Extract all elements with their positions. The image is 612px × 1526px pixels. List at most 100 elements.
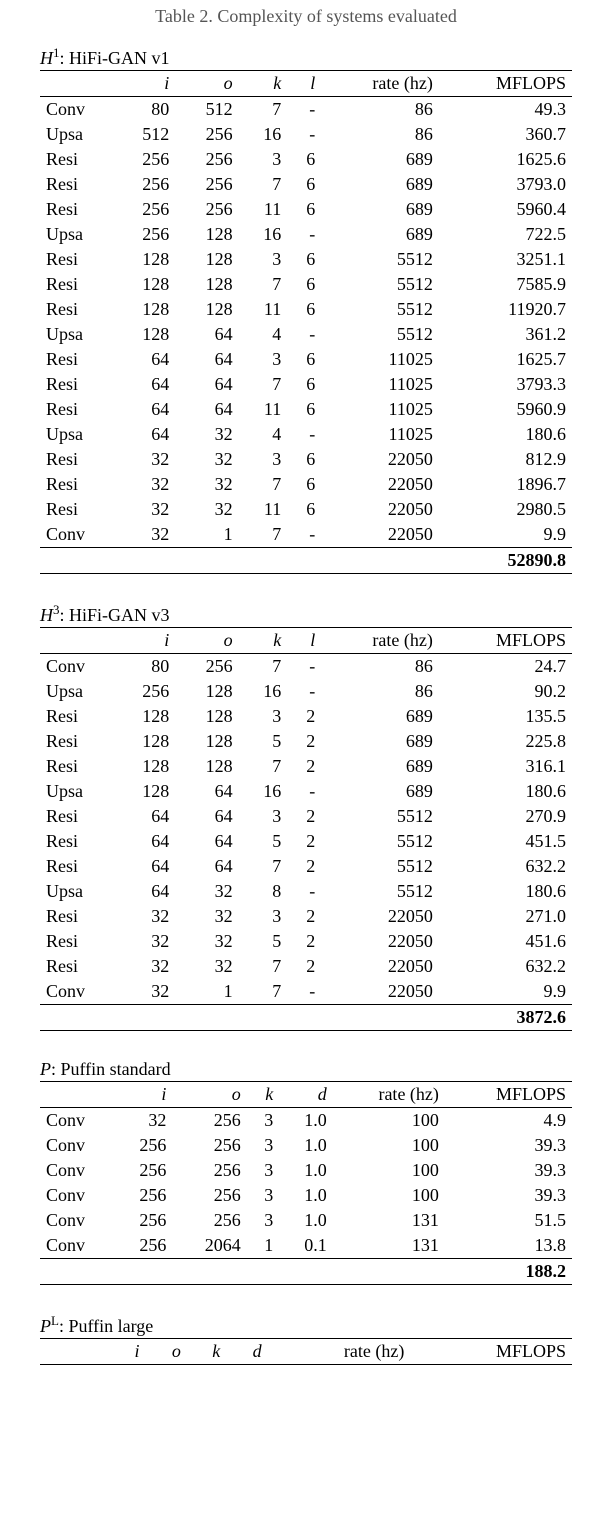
table-cell: - (287, 779, 321, 804)
table-cell: 6 (287, 472, 321, 497)
table-cell: 689 (321, 222, 439, 247)
table-cell: 689 (321, 147, 439, 172)
table-cell: 64 (175, 854, 238, 879)
table-cell (112, 1259, 172, 1285)
table-cell: Upsa (40, 679, 112, 704)
table-cell: 5960.4 (439, 197, 572, 222)
table-cell: 90.2 (439, 679, 572, 704)
table-cell: 7 (239, 372, 288, 397)
table-cell: - (287, 879, 321, 904)
table-cell: 5 (239, 829, 288, 854)
table-row: Conv3217-220509.9 (40, 979, 572, 1005)
table-cell: 256 (175, 197, 238, 222)
table-cell: 32 (112, 929, 175, 954)
column-header: d (226, 1339, 267, 1365)
column-header: i (112, 628, 175, 654)
table-cell: 128 (175, 222, 238, 247)
table-cell (40, 548, 112, 574)
table-cell: 7 (239, 754, 288, 779)
table-cell: Conv (40, 1108, 112, 1134)
table-cell: 86 (321, 97, 439, 123)
table-total-row: 52890.8 (40, 548, 572, 574)
table-cell: 7 (239, 97, 288, 123)
table-cell: 64 (112, 829, 175, 854)
table-cell: 39.3 (445, 1133, 572, 1158)
table-cell: Conv (40, 1233, 112, 1259)
table-cell: Conv (40, 97, 112, 123)
table-cell: 32 (175, 447, 238, 472)
table-cell: 512 (112, 122, 175, 147)
table-cell: Upsa (40, 122, 112, 147)
table-subtitle: PL: Puffin large (40, 1313, 572, 1338)
table-cell: 1 (175, 522, 238, 548)
table-cell: 689 (321, 729, 439, 754)
table-cell: 5960.9 (439, 397, 572, 422)
table-cell: 32 (112, 904, 175, 929)
table-cell: 64 (112, 347, 175, 372)
table-cell: 512 (175, 97, 238, 123)
table-cell: Resi (40, 929, 112, 954)
table-cell: 7 (239, 854, 288, 879)
table-cell: 256 (112, 1233, 172, 1259)
table-row: Conv805127-8649.3 (40, 97, 572, 123)
table-row: Conv25625631.010039.3 (40, 1158, 572, 1183)
table-cell: 8 (239, 879, 288, 904)
table-cell: 128 (175, 754, 238, 779)
table-block: PL: Puffin largeiokdrate (hz)MFLOPS (40, 1313, 572, 1365)
column-header: rate (hz) (321, 71, 439, 97)
table-cell: 32 (175, 497, 238, 522)
table-cell: 6 (287, 272, 321, 297)
table-cell: Resi (40, 297, 112, 322)
table-row: Resi1281287655127585.9 (40, 272, 572, 297)
table-cell: 4 (239, 322, 288, 347)
table-cell: 11025 (321, 347, 439, 372)
table-row: Resi12812852689225.8 (40, 729, 572, 754)
table-cell: 256 (175, 122, 238, 147)
table-cell: 2980.5 (439, 497, 572, 522)
table-cell: Resi (40, 729, 112, 754)
table-row: Resi6464116110255960.9 (40, 397, 572, 422)
table-cell: 128 (175, 704, 238, 729)
table-cell: 131 (333, 1208, 445, 1233)
column-header: o (175, 628, 238, 654)
table-cell: - (287, 979, 321, 1005)
table-cell: 32 (112, 979, 175, 1005)
table-cell: 1.0 (279, 1183, 332, 1208)
table-cell: 3 (247, 1208, 280, 1233)
table-cell: 100 (333, 1133, 445, 1158)
table-row: Resi12812832689135.5 (40, 704, 572, 729)
table-cell: Resi (40, 497, 112, 522)
table-cell: 22050 (321, 954, 439, 979)
table-cell: 2 (287, 729, 321, 754)
table-row: Conv256206410.113113.8 (40, 1233, 572, 1259)
table-cell: Upsa (40, 422, 112, 447)
table-cell: 22050 (321, 522, 439, 548)
table-total-value: 52890.8 (439, 548, 572, 574)
table-cell: 6 (287, 147, 321, 172)
table-cell: 22050 (321, 497, 439, 522)
table-block: H1: HiFi-GAN v1ioklrate (hz)MFLOPSConv80… (40, 45, 572, 574)
table-cell: 3 (247, 1158, 280, 1183)
table-cell: 3793.3 (439, 372, 572, 397)
table-cell: 451.6 (439, 929, 572, 954)
table-cell: 270.9 (439, 804, 572, 829)
table-row: Resi3232116220502980.5 (40, 497, 572, 522)
table-cell: 24.7 (439, 654, 572, 680)
table-cell: - (287, 322, 321, 347)
table-cell: 22050 (321, 472, 439, 497)
table-cell: 271.0 (439, 904, 572, 929)
table-row: Resi32325222050451.6 (40, 929, 572, 954)
table-cell: 3793.0 (439, 172, 572, 197)
table-cell: 128 (112, 272, 175, 297)
table-cell: 5512 (321, 247, 439, 272)
table-cell: 2 (287, 804, 321, 829)
table-cell: 1 (175, 979, 238, 1005)
table-cell: 256 (112, 1133, 172, 1158)
table-cell: Resi (40, 447, 112, 472)
table-cell: 6 (287, 397, 321, 422)
table-cell: 3 (247, 1133, 280, 1158)
table-cell: 256 (112, 172, 175, 197)
table-row: Resi6464725512632.2 (40, 854, 572, 879)
table-cell: 3 (239, 147, 288, 172)
table-cell: 16 (239, 222, 288, 247)
